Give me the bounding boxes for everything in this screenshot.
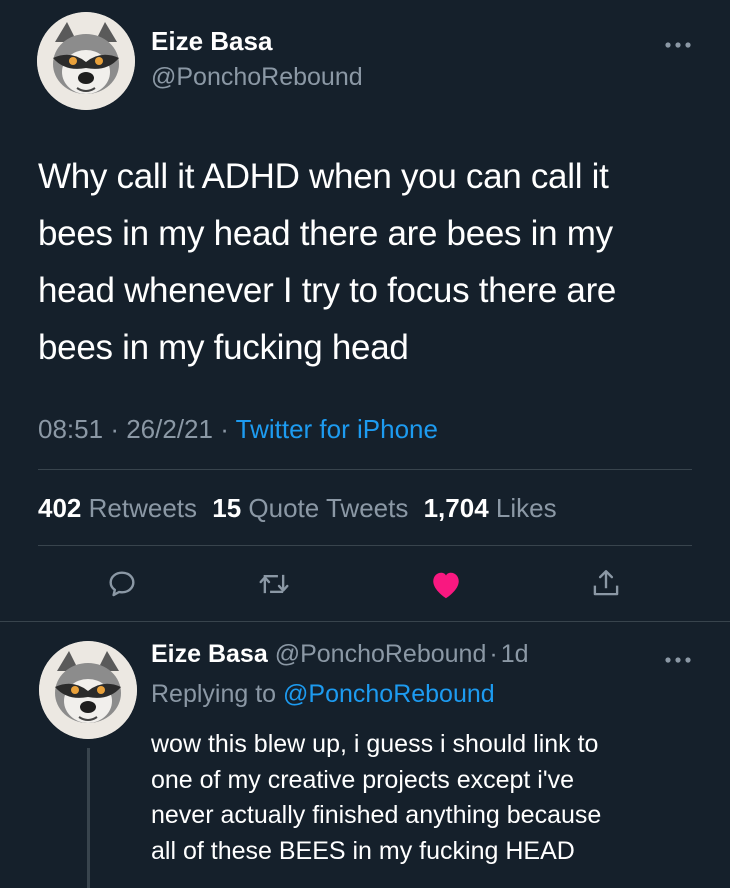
reply-text-line: never actually finished anything because <box>151 801 602 829</box>
meta-separator: · <box>220 414 229 444</box>
reply-author-handle[interactable]: @PonchoRebound <box>275 640 487 668</box>
tweet-date[interactable]: 26/2/21 <box>126 414 213 444</box>
replying-handle[interactable]: @PonchoRebound <box>283 680 495 708</box>
quotes-count: 15 <box>212 493 242 523</box>
more-icon[interactable] <box>662 38 694 52</box>
tweet-text-line: head whenever I try to focus there are <box>38 271 617 310</box>
reply-separator: · <box>489 640 498 668</box>
tweet-text-line: bees in my head there are bees in my <box>38 214 613 253</box>
divider <box>38 469 692 470</box>
reply-author-name[interactable]: Eize Basa <box>151 640 268 668</box>
reply-icon[interactable] <box>106 568 138 600</box>
tweet-time[interactable]: 08:51 <box>38 414 103 444</box>
quotes-label: Quote Tweets <box>248 493 409 523</box>
raccoon-avatar-icon <box>37 12 135 110</box>
author-handle[interactable]: @PonchoRebound <box>151 63 363 92</box>
reply-text-line: all of these BEES in my fucking HEAD <box>151 836 575 865</box>
replying-to: Replying to @PonchoRebound <box>151 680 495 709</box>
heart-icon[interactable] <box>428 567 464 601</box>
share-icon[interactable] <box>590 566 622 600</box>
quotes-stat[interactable]: 15 Quote Tweets <box>212 493 415 523</box>
reply-age[interactable]: 1d <box>501 640 529 668</box>
reply-text-line: one of my creative projects except i've <box>151 765 575 794</box>
likes-label: Likes <box>495 493 557 523</box>
tweet-source[interactable]: Twitter for iPhone <box>236 414 438 444</box>
author-avatar[interactable] <box>37 12 135 110</box>
tweet-text: Why call it ADHD when you can call it be… <box>38 148 616 376</box>
retweets-label: Retweets <box>88 493 198 523</box>
retweets-count: 402 <box>38 493 82 523</box>
raccoon-avatar-icon <box>39 641 137 739</box>
thread-line <box>87 748 90 888</box>
retweet-icon[interactable] <box>257 568 291 600</box>
likes-stat[interactable]: 1,704 Likes <box>424 493 557 523</box>
divider <box>38 545 692 546</box>
tweet-text-line: Why call it ADHD when you can call it <box>38 157 609 196</box>
replying-label: Replying to <box>151 680 277 708</box>
tweet-meta: 08:51 · 26/2/21 · Twitter for iPhone <box>38 414 438 445</box>
tweet-stats: 402 Retweets 15 Quote Tweets 1,704 Likes <box>38 493 557 524</box>
section-divider <box>0 621 730 622</box>
reply-more-icon[interactable] <box>662 653 694 667</box>
retweets-stat[interactable]: 402 Retweets <box>38 493 204 523</box>
reply-text-line: wow this blew up, i guess i should link … <box>151 730 599 758</box>
reply-header: Eize Basa @PonchoRebound · 1d <box>151 640 529 669</box>
author-name[interactable]: Eize Basa <box>151 26 272 57</box>
likes-count: 1,704 <box>423 493 489 523</box>
reply-text: wow this blew up, i guess i should link … <box>151 727 601 869</box>
tweet-text-line: bees in my fucking head <box>38 328 409 367</box>
reply-author-avatar[interactable] <box>39 641 137 739</box>
meta-separator: · <box>110 414 119 444</box>
